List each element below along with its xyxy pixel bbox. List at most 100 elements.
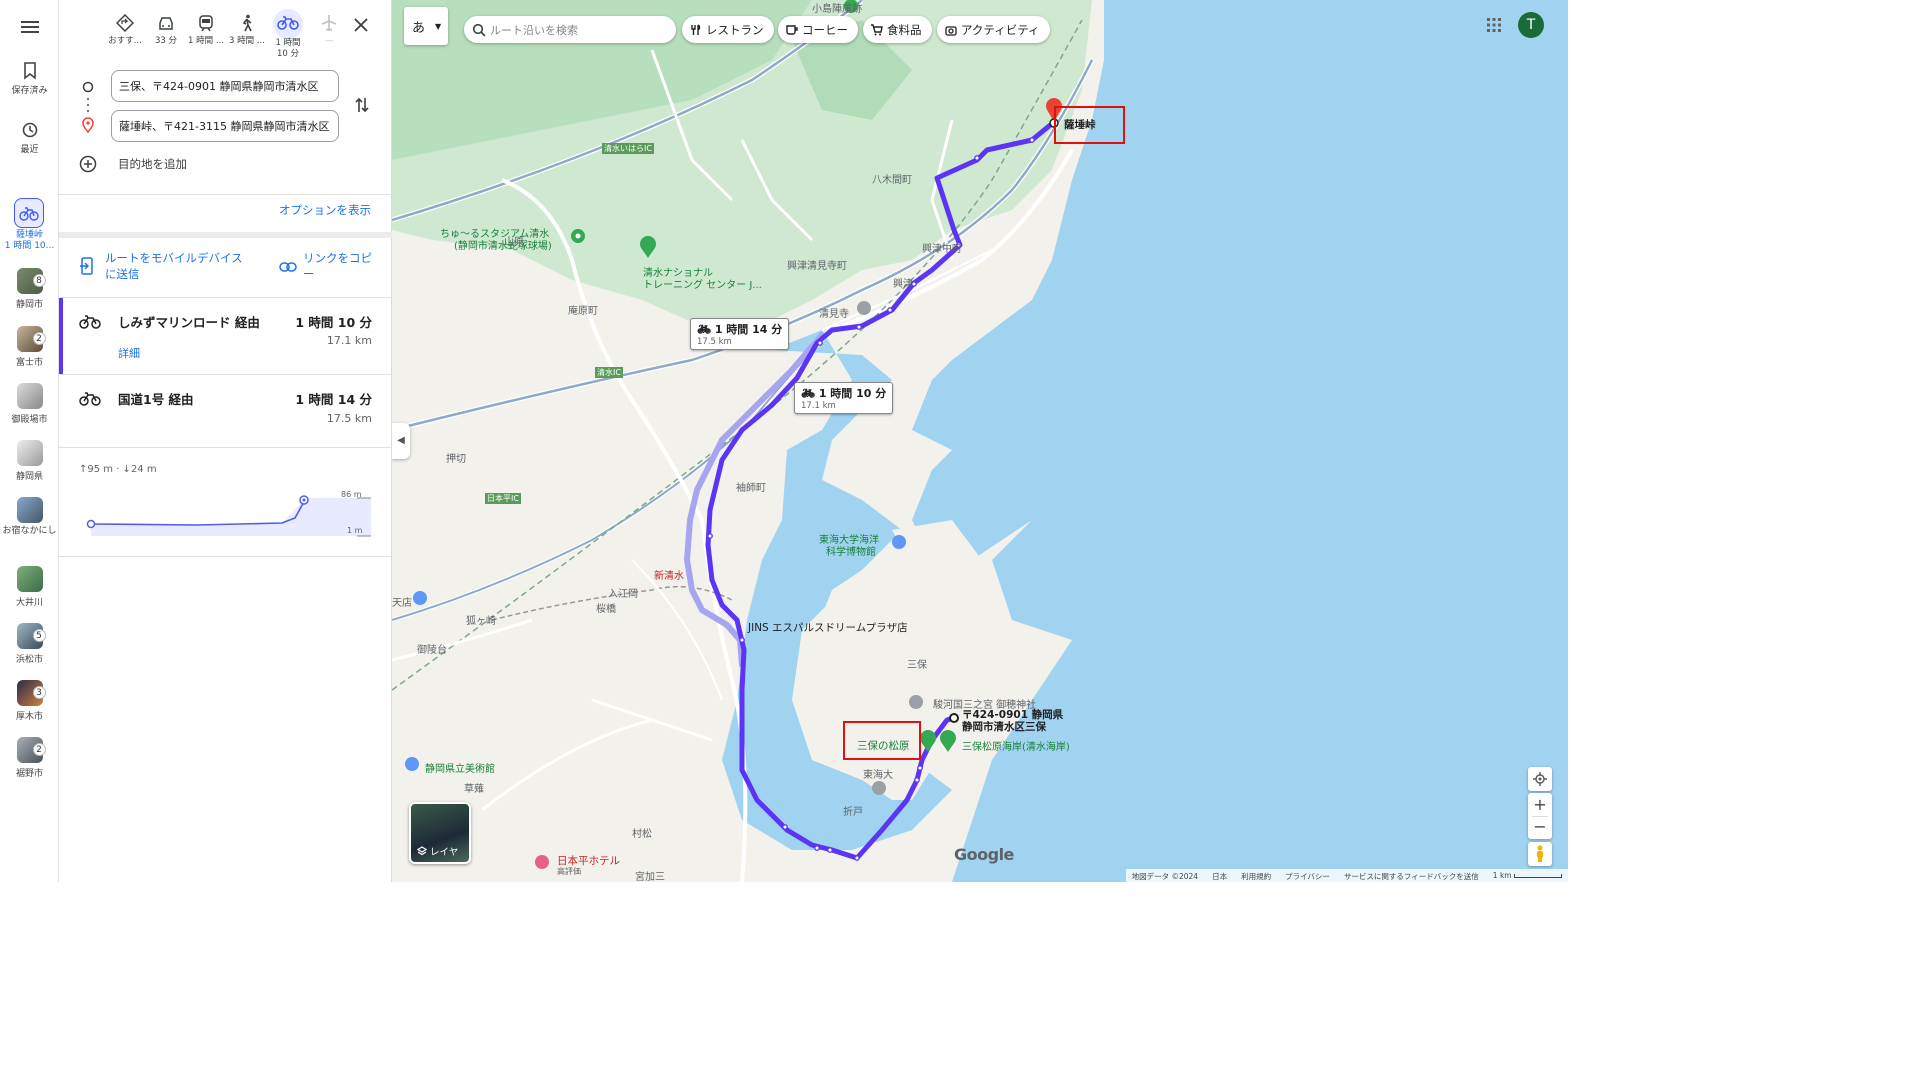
map-label: トレーニング センター J...	[643, 280, 762, 291]
privacy-link[interactable]: プライバシー	[1285, 871, 1330, 881]
recent-place-oigawa[interactable]: 大井川	[0, 566, 59, 608]
route-badge-main[interactable]: 🚲︎ 1 時間 10 分 17.1 km	[794, 382, 894, 414]
map-label: 興津清見寺町	[787, 261, 847, 272]
ime-toggle[interactable]: あ ▼	[404, 7, 448, 45]
pegman-icon	[1537, 845, 1543, 862]
terms-link[interactable]: 利用規約	[1241, 871, 1271, 881]
place-label: 御殿場市	[11, 415, 48, 425]
recent-place-shizuoka[interactable]: 8 静岡市	[0, 268, 59, 310]
route-time: 1 時間 14 分	[295, 392, 372, 407]
restaurant-icon	[691, 23, 701, 35]
collapse-panel-button[interactable]: ◀	[392, 423, 410, 459]
menu-button[interactable]	[0, 20, 59, 37]
active-route-button[interactable]	[14, 198, 44, 228]
account-avatar[interactable]: T	[1518, 12, 1544, 38]
map-label: 東海大	[863, 770, 893, 781]
place-count: 3	[32, 686, 46, 699]
add-destination-button[interactable]: 目的地を追加	[79, 155, 187, 173]
origin-input[interactable]: 三保、〒424-0901 静岡県静岡市清水区	[111, 70, 339, 102]
divider	[59, 447, 392, 448]
map-label: JINS エスパルスドリームプラザ店	[748, 622, 908, 634]
camera-icon	[945, 25, 957, 36]
add-circle-icon	[79, 155, 97, 173]
place-label: 厚木市	[15, 712, 43, 722]
mode-car[interactable]: 33 分	[146, 14, 186, 47]
place-count: 2	[32, 332, 46, 345]
chip-label: 食料品	[887, 22, 922, 37]
walk-icon	[242, 14, 252, 32]
street-view-pegman[interactable]	[1528, 842, 1552, 866]
recent-place-susono[interactable]: 2 裾野市	[0, 737, 59, 779]
zoom-controls: + −	[1528, 793, 1552, 839]
bookmark-icon	[23, 62, 36, 80]
zoom-in-button[interactable]: +	[1528, 793, 1552, 816]
show-options-link[interactable]: オプションを表示	[279, 202, 371, 218]
route-endpoints-icon	[82, 81, 94, 134]
map-label: 折戸	[843, 807, 863, 818]
chip-label: レストラン	[706, 22, 764, 37]
apps-button[interactable]	[1486, 17, 1502, 37]
chip-restaurant[interactable]: レストラン	[682, 16, 774, 43]
saved-button[interactable]: 保存済み	[0, 62, 59, 96]
map-label: (静岡市清水蛇塚球場)	[454, 241, 552, 252]
map-label: 静岡県立美術館	[425, 764, 495, 775]
mode-transit[interactable]: 1 時間 ...	[186, 14, 226, 47]
route-option-selected[interactable]: しみずマリンロード 経由 1 時間 10 分 17.1 km 詳細	[59, 298, 392, 374]
close-button[interactable]	[353, 17, 369, 37]
recent-label: 最近	[20, 145, 39, 155]
mode-recommended[interactable]: おすす...	[105, 14, 145, 47]
recent-place-atsugi[interactable]: 3 厚木市	[0, 680, 59, 722]
zoom-out-button[interactable]: −	[1528, 817, 1552, 839]
place-label: お宿なかにし	[2, 526, 57, 536]
divider	[59, 194, 392, 195]
send-to-mobile-button[interactable]: ルートをモバイルデバイスに送信	[79, 250, 254, 282]
copy-link-button[interactable]: リンクをコピー	[279, 250, 379, 282]
chip-groceries[interactable]: 食料品	[863, 16, 932, 43]
map-label: 三保松原海岸(清水海岸)	[962, 742, 1070, 753]
map-label: 御陵台	[417, 645, 447, 656]
place-count: 2	[32, 743, 46, 756]
mode-flight[interactable]: —	[309, 14, 349, 47]
mode-label: おすす...	[108, 36, 142, 46]
route-option-alt[interactable]: 国道1号 経由 1 時間 14 分 17.5 km	[59, 375, 392, 447]
map-label: 草薙	[464, 784, 484, 795]
mode-bicycle[interactable]: 1 時間 10 分	[268, 9, 308, 60]
send-to-mobile-label: ルートをモバイルデバイスに送信	[105, 251, 243, 281]
recent-button[interactable]: 最近	[0, 121, 59, 155]
recent-place-fuji[interactable]: 2 富士市	[0, 326, 59, 368]
recent-place-shizuoka-pref[interactable]: 静岡県	[0, 440, 59, 482]
route-search-bar[interactable]: ルート沿いを検索	[464, 16, 676, 43]
highlight-box-destination	[1054, 106, 1125, 144]
swap-button[interactable]	[354, 96, 370, 118]
recent-place-hamamatsu[interactable]: 5 浜松市	[0, 623, 59, 665]
apps-grid-icon	[1487, 18, 1501, 32]
mode-walk[interactable]: 3 時間 ...	[227, 14, 267, 47]
my-location-button[interactable]	[1528, 767, 1552, 791]
route-title: しみずマリンロード 経由	[118, 315, 260, 330]
active-route-name: 薩埵峠	[15, 230, 43, 240]
recent-place-oyado[interactable]: お宿なかにし	[0, 497, 59, 536]
recent-place-gotemba[interactable]: 御殿場市	[0, 383, 59, 425]
active-route-time: 1 時間 10...	[4, 241, 55, 251]
scale-bar[interactable]: 1 km	[1493, 871, 1562, 880]
section-gap	[59, 232, 392, 238]
feedback-link[interactable]: サービスに関するフィードバックを送信	[1344, 871, 1479, 881]
route-details-link[interactable]: 詳細	[118, 345, 140, 361]
map-label: 入江岡	[608, 589, 638, 600]
map-canvas[interactable]: あ ▼ ルート沿いを検索 レストラン コーヒー 食料品 アクティビティ T ◀ …	[392, 0, 1568, 882]
layers-button[interactable]: レイヤ	[409, 802, 471, 864]
place-thumbnail: 2	[16, 737, 46, 763]
my-location-icon	[1533, 772, 1547, 786]
swap-vertical-icon	[355, 97, 369, 113]
route-distance: 17.5 km	[326, 412, 372, 425]
coffee-icon	[786, 24, 798, 35]
destination-input[interactable]: 薩埵峠、〒421-3115 静岡県静岡市清水区	[111, 110, 339, 142]
route-badge-alt[interactable]: 🚲︎ 1 時間 14 分 17.5 km	[690, 318, 790, 350]
chip-activities[interactable]: アクティビティ	[937, 16, 1050, 43]
elevation-min: 1 m	[347, 526, 363, 535]
chip-coffee[interactable]: コーヒー	[778, 16, 858, 43]
search-icon	[472, 23, 486, 37]
ime-label: あ	[412, 20, 426, 36]
map-label: 興津中町	[922, 244, 962, 255]
mode-label: 1 時間 ...	[188, 36, 224, 46]
